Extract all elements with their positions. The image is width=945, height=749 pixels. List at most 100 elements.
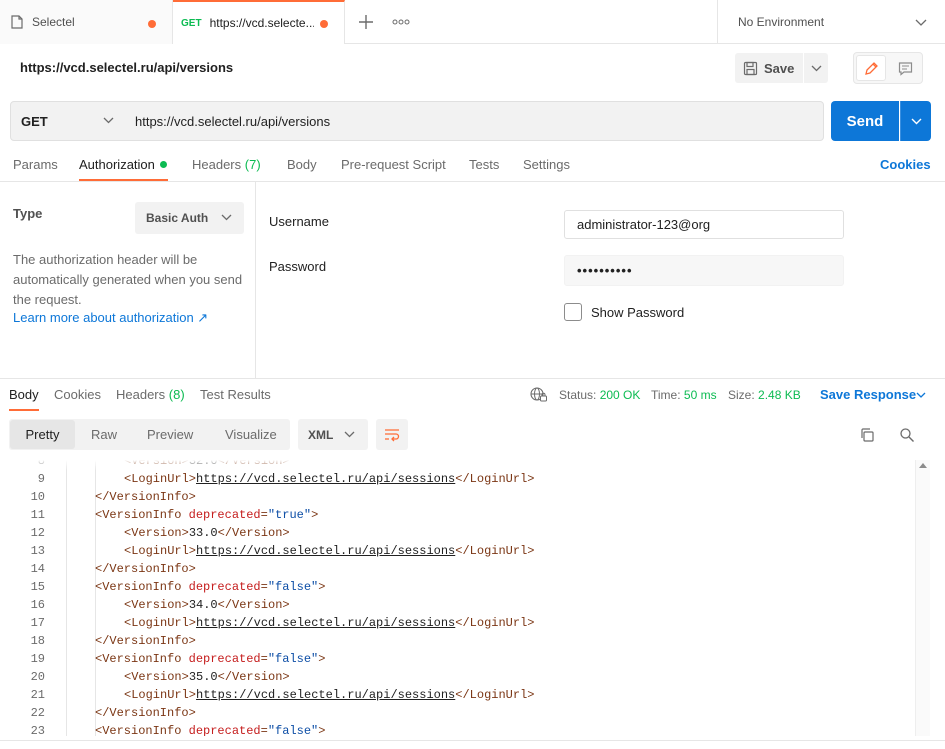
- search-icon[interactable]: [899, 427, 915, 443]
- code-line: 15 <VersionInfo deprecated="false">: [0, 578, 915, 596]
- line-number: 22: [30, 706, 45, 720]
- tab-response-cookies[interactable]: Cookies: [54, 387, 101, 402]
- url-input[interactable]: [124, 101, 824, 141]
- code-token: <Version>: [124, 598, 189, 612]
- response-body-editor[interactable]: 8<Version>32.0</Version>9<LoginUrl>https…: [0, 460, 930, 736]
- edit-mode-button[interactable]: [856, 55, 886, 81]
- show-password-label[interactable]: Show Password: [591, 305, 684, 320]
- tab-method: GET: [181, 17, 202, 29]
- code-text: <LoginUrl>https://vcd.selectel.ru/api/se…: [124, 614, 534, 632]
- cookies-link[interactable]: Cookies: [880, 157, 931, 172]
- username-field[interactable]: [564, 210, 844, 239]
- save-label: Save: [764, 60, 795, 76]
- tab-headers[interactable]: Headers (7): [192, 157, 261, 172]
- tab-prerequest-script[interactable]: Pre-request Script: [341, 157, 446, 172]
- show-password-checkbox[interactable]: [564, 303, 582, 321]
- size-label: Size:: [728, 388, 755, 402]
- method-label: GET: [21, 113, 48, 129]
- tab-tests[interactable]: Tests: [469, 157, 499, 172]
- comments-mode-button[interactable]: [890, 55, 920, 81]
- view-raw-button[interactable]: Raw: [91, 420, 117, 449]
- chevron-down-icon[interactable]: [344, 430, 355, 438]
- code-token: "true": [267, 508, 312, 522]
- code-token: >: [318, 652, 326, 666]
- code-text: <LoginUrl>https://vcd.selectel.ru/api/se…: [124, 542, 534, 560]
- code-link[interactable]: https://vcd.selectel.ru/api/sessions: [196, 616, 455, 630]
- code-line: 12 <Version>33.0</Version>: [0, 524, 915, 542]
- code-text: <Version>35.0</Version>: [124, 668, 290, 686]
- headers-count: (8): [168, 387, 185, 402]
- tab-test-results[interactable]: Test Results: [200, 387, 271, 402]
- view-visualize-button[interactable]: Visualize: [225, 420, 277, 449]
- tab-label: Body: [287, 157, 317, 172]
- send-options-button[interactable]: [900, 101, 931, 141]
- send-button[interactable]: Send: [831, 101, 899, 141]
- tab-selectel[interactable]: Selectel: [0, 0, 173, 44]
- tab-body[interactable]: Body: [287, 157, 317, 172]
- chevron-down-icon[interactable]: [916, 391, 926, 399]
- code-link[interactable]: https://vcd.selectel.ru/api/sessions: [196, 688, 455, 702]
- password-label: Password: [269, 259, 327, 274]
- code-token: <VersionInfo: [95, 580, 189, 594]
- scroll-fade: [0, 460, 915, 470]
- more-horizontal-icon[interactable]: [392, 15, 410, 29]
- environment-selector[interactable]: No Environment: [717, 0, 945, 44]
- password-field[interactable]: ••••••••••: [564, 255, 844, 286]
- code-text: </VersionInfo>: [95, 488, 196, 506]
- tab-label: Settings: [523, 157, 570, 172]
- save-options-button[interactable]: [804, 53, 828, 83]
- tab-label: Cookies: [54, 387, 101, 402]
- code-token: >: [318, 580, 326, 594]
- chevron-down-icon[interactable]: [221, 213, 232, 221]
- code-token: </Version>: [217, 670, 290, 684]
- chevron-down-icon[interactable]: [915, 17, 927, 27]
- wrap-lines-button[interactable]: [376, 419, 408, 450]
- auth-description: The authorization header will be automat…: [13, 252, 243, 307]
- headers-count: (7): [244, 157, 261, 172]
- view-preview-button[interactable]: Preview: [147, 420, 193, 449]
- tab-authorization[interactable]: Authorization: [79, 157, 167, 172]
- code-text: <VersionInfo deprecated="false">: [95, 722, 325, 736]
- scroll-up-arrow-icon[interactable]: [919, 462, 927, 468]
- tab-params[interactable]: Params: [13, 157, 58, 172]
- code-line: 11 <VersionInfo deprecated="true">: [0, 506, 915, 524]
- tab-response-body[interactable]: Body: [9, 387, 39, 402]
- language-select[interactable]: XML: [298, 419, 368, 450]
- environment-label: No Environment: [738, 15, 825, 29]
- code-link[interactable]: https://vcd.selectel.ru/api/sessions: [196, 472, 455, 486]
- save-response-button[interactable]: Save Response: [820, 387, 916, 402]
- status-readout: Status: 200 OK: [559, 388, 640, 402]
- tab-label: Body: [9, 387, 39, 402]
- code-text: <VersionInfo deprecated="false">: [95, 650, 325, 668]
- code-token: </LoginUrl>: [455, 688, 535, 702]
- plus-icon[interactable]: [357, 13, 375, 31]
- code-link[interactable]: https://vcd.selectel.ru/api/sessions: [196, 544, 455, 558]
- request-title[interactable]: https://vcd.selectel.ru/api/versions: [20, 60, 233, 75]
- code-text: <LoginUrl>https://vcd.selectel.ru/api/se…: [124, 470, 534, 488]
- code-token: deprecated: [188, 724, 261, 736]
- copy-icon[interactable]: [859, 427, 875, 443]
- code-line: 22 </VersionInfo>: [0, 704, 915, 722]
- chevron-down-icon[interactable]: [103, 116, 114, 124]
- code-token: <VersionInfo: [95, 652, 189, 666]
- status-dot-icon: [159, 161, 167, 168]
- code-token: <VersionInfo: [95, 508, 189, 522]
- view-pretty-button[interactable]: Pretty: [10, 420, 75, 449]
- save-button[interactable]: Save: [735, 53, 803, 83]
- code-line: 20 <Version>35.0</Version>: [0, 668, 915, 686]
- tab-response-headers[interactable]: Headers (8): [116, 387, 185, 402]
- code-token: "false": [267, 724, 319, 736]
- code-line: 21 <LoginUrl>https://vcd.selectel.ru/api/…: [0, 686, 915, 704]
- learn-more-link[interactable]: Learn more about authorization ↗: [13, 310, 208, 326]
- globe-lock-icon[interactable]: [530, 387, 548, 403]
- code-line: 10 </VersionInfo>: [0, 488, 915, 506]
- code-token: </Version>: [217, 526, 290, 540]
- code-text: <VersionInfo deprecated="true">: [95, 506, 318, 524]
- tab-settings[interactable]: Settings: [523, 157, 570, 172]
- code-text: </VersionInfo>: [95, 704, 196, 722]
- vertical-scrollbar[interactable]: [915, 460, 930, 736]
- pencil-icon: [864, 61, 879, 76]
- code-token: <LoginUrl>: [124, 688, 197, 702]
- tab-versions-request[interactable]: GET https://vcd.selecte...: [173, 0, 345, 44]
- line-number: 13: [30, 544, 45, 558]
